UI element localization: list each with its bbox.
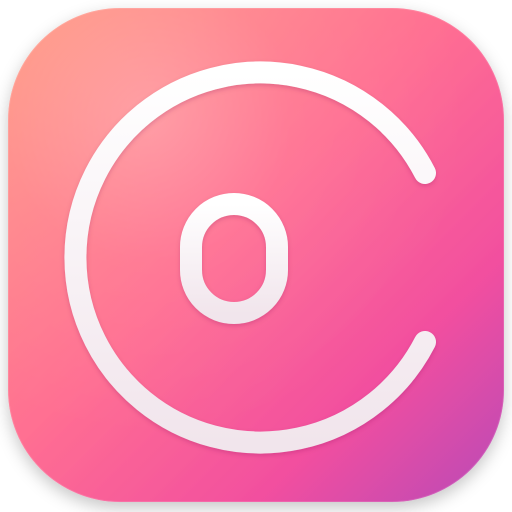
app-icon[interactable] xyxy=(0,0,512,512)
